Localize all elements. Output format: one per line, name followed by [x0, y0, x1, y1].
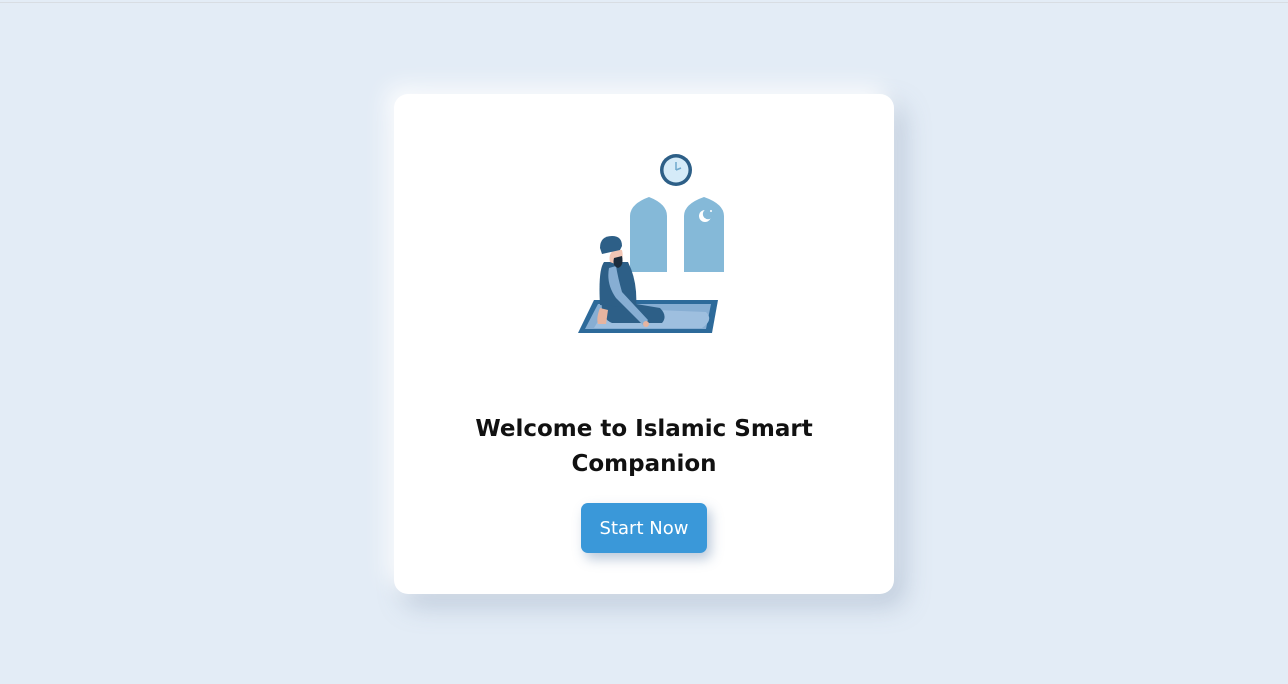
- top-divider: [0, 2, 1288, 3]
- start-now-button[interactable]: Start Now: [581, 503, 707, 553]
- welcome-title-line1: Welcome to Islamic Smart: [475, 416, 813, 442]
- welcome-title: Welcome to Islamic Smart Companion: [394, 412, 894, 482]
- welcome-card: Welcome to Islamic Smart Companion Start…: [394, 94, 894, 594]
- welcome-title-line2: Companion: [571, 451, 717, 477]
- prayer-illustration-icon: [578, 154, 724, 333]
